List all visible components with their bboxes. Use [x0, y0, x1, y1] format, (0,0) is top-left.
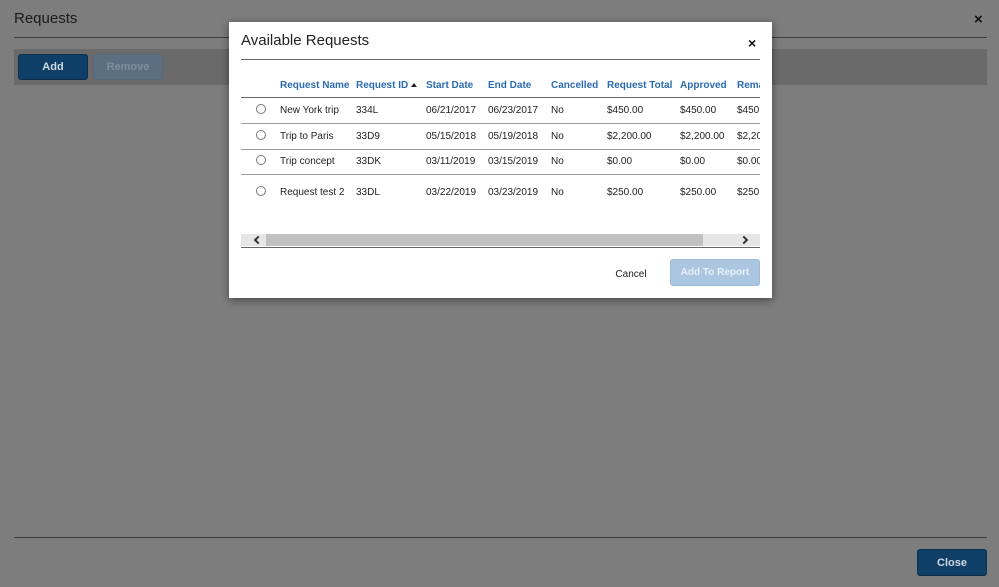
approved-cell: $0.00	[680, 149, 737, 175]
column-header-remaining[interactable]: Rema	[737, 75, 760, 98]
select-cell	[241, 123, 280, 150]
column-header-label: End Date	[488, 80, 532, 92]
remaining-cell: $250.	[737, 186, 760, 198]
horizontal-scrollbar[interactable]	[241, 234, 760, 246]
request-name-cell: Request test 2	[280, 186, 345, 198]
end-date-cell: 03/15/2019	[488, 149, 551, 175]
page-close-icon[interactable]: ×	[974, 12, 983, 28]
remaining-cell: $0.00	[737, 149, 760, 175]
table-row[interactable]: Request test 2 33DL 03/22/2019 03/23/201…	[241, 174, 760, 210]
request-total-cell: $250.00	[607, 186, 644, 198]
page-title: Requests	[14, 10, 78, 27]
column-header-label: Approved	[680, 80, 727, 92]
remove-button: Remove	[93, 54, 163, 80]
column-header-end-date[interactable]: End Date	[488, 75, 551, 98]
cancelled-cell: No	[551, 97, 607, 124]
request-id-cell: 33D9	[356, 123, 426, 150]
column-header-label: Start Date	[426, 80, 474, 92]
request-name-cell: Trip to Paris	[280, 123, 356, 150]
footer-divider	[14, 537, 987, 538]
request-total-cell: $450.00	[607, 97, 680, 124]
column-header-cancelled[interactable]: Cancelled	[551, 75, 607, 98]
column-header-request-total[interactable]: Request Total	[607, 75, 680, 98]
row-select-radio[interactable]	[256, 129, 266, 140]
column-header-request-id[interactable]: Request ID	[356, 75, 426, 98]
request-total-cell: $0.00	[607, 149, 680, 175]
sort-ascending-icon	[411, 83, 418, 88]
requests-table: Request Name Request ID Start Date End D…	[241, 75, 760, 210]
cancel-button[interactable]: Cancel	[609, 266, 653, 282]
end-date-cell: 06/23/2017	[488, 97, 551, 124]
column-header-request-name[interactable]: Request Name	[280, 75, 356, 98]
available-requests-dialog: Available Requests × Request Name Reques…	[229, 22, 772, 298]
column-header-label: Request ID	[356, 80, 409, 92]
start-date-cell: 03/11/2019	[426, 149, 488, 175]
dialog-close-icon[interactable]: ×	[748, 36, 756, 50]
start-date-cell: 05/15/2018	[426, 123, 488, 150]
table-row[interactable]: Trip concept 33DK 03/11/2019 03/15/2019 …	[241, 149, 760, 175]
column-header-start-date[interactable]: Start Date	[426, 75, 488, 98]
column-header-label: Request Total	[607, 80, 673, 92]
request-id-cell: 334L	[356, 97, 426, 124]
approved-cell: $2,200.00	[680, 123, 737, 150]
column-header-select	[241, 75, 280, 98]
column-header-label: Rema	[737, 80, 760, 92]
end-date-cell: 05/19/2018	[488, 123, 551, 150]
chevron-left-icon	[253, 235, 263, 245]
dialog-title-divider	[241, 59, 760, 60]
scroll-left-button[interactable]	[251, 234, 265, 246]
add-to-report-button: Add To Report	[670, 259, 760, 286]
column-header-label: Cancelled	[551, 80, 599, 92]
row-select-radio[interactable]	[256, 103, 266, 114]
request-total-cell: $2,200.00	[607, 123, 680, 150]
table-row[interactable]: New York trip 334L 06/21/2017 06/23/2017…	[241, 97, 760, 124]
request-name-cell: New York trip	[280, 97, 356, 124]
add-button[interactable]: Add	[18, 54, 88, 80]
select-cell	[241, 97, 280, 124]
request-id-cell: 33DK	[356, 149, 426, 175]
row-select-radio[interactable]	[256, 155, 266, 165]
requests-table-viewport: Request Name Request ID Start Date End D…	[241, 75, 760, 235]
dialog-footer-divider	[241, 247, 760, 248]
scrollbar-thumb[interactable]	[266, 234, 703, 246]
scroll-right-button[interactable]	[737, 234, 751, 246]
request-name-cell: Trip concept	[280, 149, 356, 175]
select-cell	[241, 174, 280, 210]
select-cell	[241, 149, 280, 175]
cancelled-cell: No	[551, 149, 607, 175]
cancelled-cell: No	[551, 123, 607, 150]
remaining-cell: $450.	[737, 97, 760, 124]
chevron-right-icon	[739, 235, 749, 245]
approved-cell: $450.00	[680, 97, 737, 124]
start-date-cell: 03/22/2019	[426, 186, 477, 198]
row-select-radio[interactable]	[256, 185, 266, 196]
close-button[interactable]: Close	[917, 549, 987, 576]
dialog-title: Available Requests	[241, 32, 370, 49]
remaining-cell: $2,20	[737, 123, 760, 150]
column-header-approved[interactable]: Approved	[680, 75, 737, 98]
column-header-label: Request Name	[280, 80, 350, 92]
end-date-cell: 03/23/2019	[488, 186, 539, 198]
cancelled-cell: No	[551, 186, 564, 198]
start-date-cell: 06/21/2017	[426, 97, 488, 124]
table-header-row: Request Name Request ID Start Date End D…	[241, 75, 760, 98]
request-id-cell: 33DL	[356, 186, 380, 198]
table-row[interactable]: Trip to Paris 33D9 05/15/2018 05/19/2018…	[241, 123, 760, 150]
approved-cell: $250.00	[680, 186, 717, 198]
